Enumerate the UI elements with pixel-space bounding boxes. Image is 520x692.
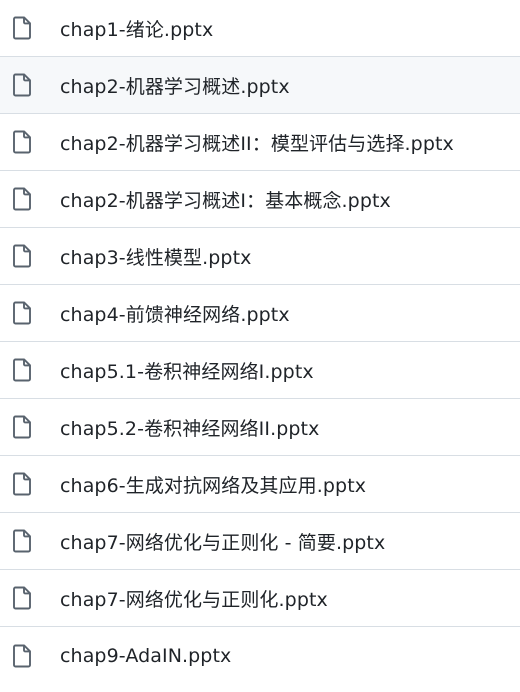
file-row[interactable]: chap4-前馈神经网络.pptx (0, 285, 520, 342)
file-icon (12, 16, 32, 40)
file-row[interactable]: chap7-网络优化与正则化 - 简要.pptx (0, 513, 520, 570)
file-name-link[interactable]: chap6-生成对抗网络及其应用.pptx (60, 456, 366, 512)
file-name-link[interactable]: chap5.1-卷积神经网络I.pptx (60, 342, 314, 398)
file-row[interactable]: chap9-AdaIN.pptx (0, 627, 520, 684)
file-name-link[interactable]: chap5.2-卷积神经网络II.pptx (60, 399, 319, 455)
file-icon (12, 472, 32, 496)
file-icon (12, 586, 32, 610)
file-name-link[interactable]: chap7-网络优化与正则化 - 简要.pptx (60, 513, 385, 569)
file-name-link[interactable]: chap1-绪论.pptx (60, 0, 213, 56)
file-name-link[interactable]: chap2-机器学习概述I：基本概念.pptx (60, 171, 391, 227)
file-name-link[interactable]: chap2-机器学习概述.pptx (60, 57, 290, 113)
file-icon (12, 244, 32, 268)
file-row[interactable]: chap2-机器学习概述II：模型评估与选择.pptx (0, 114, 520, 171)
file-row[interactable]: chap2-机器学习概述.pptx (0, 57, 520, 114)
file-icon (12, 73, 32, 97)
file-row[interactable]: chap5.1-卷积神经网络I.pptx (0, 342, 520, 399)
file-icon (12, 301, 32, 325)
file-icon (12, 187, 32, 211)
file-name-link[interactable]: chap2-机器学习概述II：模型评估与选择.pptx (60, 114, 454, 170)
file-name-link[interactable]: chap4-前馈神经网络.pptx (60, 285, 290, 341)
file-row[interactable]: chap1-绪论.pptx (0, 0, 520, 57)
file-row[interactable]: chap7-网络优化与正则化.pptx (0, 570, 520, 627)
file-name-link[interactable]: chap3-线性模型.pptx (60, 228, 252, 284)
file-name-link[interactable]: chap7-网络优化与正则化.pptx (60, 570, 328, 626)
file-list: chap1-绪论.pptx chap2-机器学习概述.pptx chap2-机器… (0, 0, 520, 692)
file-row[interactable]: chap2-机器学习概述I：基本概念.pptx (0, 171, 520, 228)
file-icon (12, 644, 32, 668)
file-row[interactable]: chap6-生成对抗网络及其应用.pptx (0, 456, 520, 513)
file-icon (12, 358, 32, 382)
file-icon (12, 529, 32, 553)
file-row[interactable]: chap5.2-卷积神经网络II.pptx (0, 399, 520, 456)
file-row[interactable]: chap3-线性模型.pptx (0, 228, 520, 285)
file-name-link[interactable]: chap9-AdaIN.pptx (60, 627, 231, 684)
file-icon (12, 130, 32, 154)
file-icon (12, 415, 32, 439)
